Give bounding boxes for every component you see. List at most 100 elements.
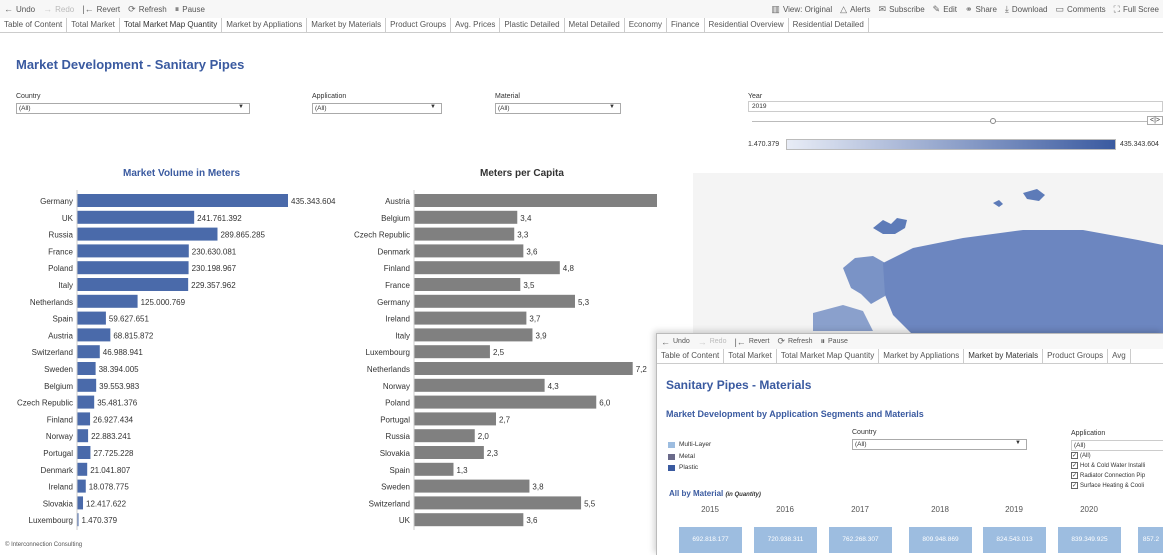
overlay-tab-product-groups[interactable]: Product Groups bbox=[1043, 349, 1109, 363]
bar[interactable] bbox=[77, 496, 84, 510]
bar[interactable] bbox=[77, 395, 95, 409]
overlay-tab-total-market-map-quantity[interactable]: Total Market Map Quantity bbox=[777, 349, 880, 363]
bar[interactable] bbox=[414, 194, 657, 207]
app-option-hot-cold[interactable]: ✓ Hot & Cold Water Installi bbox=[1071, 462, 1163, 469]
bar[interactable] bbox=[414, 395, 597, 409]
bar[interactable] bbox=[77, 412, 91, 426]
bar[interactable] bbox=[77, 261, 189, 275]
bar[interactable] bbox=[77, 479, 86, 493]
bar[interactable] bbox=[77, 227, 218, 241]
bar[interactable] bbox=[414, 210, 518, 224]
bar[interactable] bbox=[77, 278, 189, 291]
overlay-revert-button[interactable]: |← Revert bbox=[730, 337, 773, 347]
bar[interactable] bbox=[414, 513, 524, 527]
bar[interactable] bbox=[77, 378, 97, 392]
bar[interactable] bbox=[77, 294, 138, 308]
bar[interactable] bbox=[414, 462, 454, 476]
material-total-box[interactable]: 839.349.925 bbox=[1058, 527, 1121, 553]
tab-market-by-materials[interactable]: Market by Materials bbox=[307, 18, 387, 32]
bar[interactable] bbox=[414, 378, 545, 392]
bar[interactable] bbox=[414, 362, 633, 375]
material-total-box[interactable]: 720.938.311 bbox=[754, 527, 817, 553]
overlay-tab-avg[interactable]: Avg bbox=[1108, 349, 1131, 363]
bar[interactable] bbox=[77, 345, 100, 359]
revert-button[interactable]: |← Revert bbox=[78, 4, 124, 14]
bar[interactable] bbox=[77, 328, 111, 342]
tab-finance[interactable]: Finance bbox=[667, 18, 705, 32]
bar[interactable] bbox=[414, 429, 475, 443]
overlay-tab-total-market[interactable]: Total Market bbox=[724, 349, 777, 363]
undo-button[interactable]: ← Undo bbox=[0, 4, 39, 14]
tab-market-by-appliations[interactable]: Market by Appliations bbox=[222, 18, 308, 32]
bar[interactable] bbox=[414, 294, 575, 308]
overlay-redo-button[interactable]: → Redo bbox=[694, 337, 731, 347]
year-value[interactable]: 2019 bbox=[748, 101, 1163, 112]
bar[interactable] bbox=[414, 345, 490, 359]
data-label: 4,8 bbox=[563, 264, 575, 273]
tab-table-of-content[interactable]: Table of Content bbox=[0, 18, 68, 32]
application-filter[interactable]: (All) ▼ bbox=[312, 103, 442, 114]
material-total-box[interactable]: 857.2 bbox=[1138, 527, 1163, 553]
tab-total-market[interactable]: Total Market bbox=[67, 18, 120, 32]
bar[interactable] bbox=[414, 227, 515, 241]
overlay-application-filter[interactable]: (All) bbox=[1071, 440, 1163, 451]
bar[interactable] bbox=[414, 261, 560, 275]
bar[interactable] bbox=[77, 244, 189, 258]
material-total-box[interactable]: 809.948.869 bbox=[909, 527, 972, 553]
pause-button[interactable]: ⏸ Pause bbox=[171, 4, 209, 15]
tab-total-market-map-quantity[interactable]: Total Market Map Quantity bbox=[119, 18, 223, 32]
material-total-box[interactable]: 824.543.013 bbox=[983, 527, 1046, 553]
bar[interactable] bbox=[77, 462, 88, 476]
bar[interactable] bbox=[77, 446, 91, 459]
app-option-all[interactable]: ✓ (All) bbox=[1071, 452, 1163, 459]
bar[interactable] bbox=[414, 412, 497, 426]
material-filter[interactable]: (All) ▼ bbox=[495, 103, 621, 114]
overlay-undo-button[interactable]: ← Undo bbox=[657, 337, 694, 347]
bar[interactable] bbox=[414, 446, 484, 459]
bar[interactable] bbox=[414, 479, 530, 493]
redo-button[interactable]: → Redo bbox=[39, 4, 78, 14]
bar[interactable] bbox=[414, 278, 521, 291]
tab-economy[interactable]: Economy bbox=[625, 18, 668, 32]
refresh-button[interactable]: ⟳ Refresh bbox=[124, 4, 171, 15]
tab-plastic-detailed[interactable]: Plastic Detailed bbox=[500, 18, 565, 32]
comments-button[interactable]: ▭ Comments bbox=[1051, 4, 1109, 15]
bar[interactable] bbox=[414, 311, 527, 325]
fullscreen-button[interactable]: ⛶ Full Scree bbox=[1110, 4, 1163, 15]
bar[interactable] bbox=[414, 244, 524, 258]
country-filter[interactable]: (All) ▼ bbox=[16, 103, 250, 114]
bar[interactable] bbox=[77, 311, 106, 325]
tab-residential-overview[interactable]: Residential Overview bbox=[705, 18, 789, 32]
slider-handle[interactable] bbox=[990, 118, 996, 124]
slider-step-buttons[interactable]: <|> bbox=[1147, 116, 1163, 125]
bar[interactable] bbox=[77, 429, 89, 443]
bar[interactable] bbox=[77, 362, 96, 375]
material-total-box[interactable]: 762.268.307 bbox=[829, 527, 892, 553]
europe-map[interactable] bbox=[693, 173, 1163, 333]
tab-residential-detailed[interactable]: Residential Detailed bbox=[789, 18, 869, 32]
overlay-refresh-button[interactable]: ⟳ Refresh bbox=[773, 336, 816, 347]
view-button[interactable]: ▥ View: Original bbox=[767, 4, 836, 15]
overlay-country-filter[interactable]: (All) ▼ bbox=[852, 439, 1027, 450]
edit-button[interactable]: ✎ Edit bbox=[929, 4, 961, 15]
app-option-surface[interactable]: ✓ Surface Heating & Cooli bbox=[1071, 482, 1163, 489]
bar[interactable] bbox=[77, 210, 195, 224]
material-total-box[interactable]: 692.818.177 bbox=[679, 527, 742, 553]
share-button[interactable]: ⚭ Share bbox=[961, 4, 1001, 15]
bar[interactable] bbox=[414, 496, 582, 510]
alerts-button[interactable]: △ Alerts bbox=[836, 4, 874, 15]
category-label: Belgium bbox=[44, 382, 73, 391]
app-option-radiator[interactable]: ✓ Radiator Connection Pip bbox=[1071, 472, 1163, 479]
year-slider[interactable]: <|> bbox=[748, 116, 1163, 126]
overlay-tab-market-by-materials[interactable]: Market by Materials bbox=[964, 349, 1044, 363]
tab-product-groups[interactable]: Product Groups bbox=[386, 18, 452, 32]
overlay-pause-button[interactable]: ⏸ Pause bbox=[817, 336, 852, 347]
bar[interactable] bbox=[414, 328, 533, 342]
download-button[interactable]: ⤓ Download bbox=[1001, 4, 1052, 15]
bar[interactable] bbox=[77, 194, 288, 207]
overlay-tab-market-by-appliations[interactable]: Market by Appliations bbox=[879, 349, 965, 363]
tab-avg-prices[interactable]: Avg. Prices bbox=[451, 18, 501, 32]
subscribe-button[interactable]: ✉ Subscribe bbox=[875, 4, 929, 15]
tab-metal-detailed[interactable]: Metal Detailed bbox=[565, 18, 625, 32]
overlay-tab-table-of-content[interactable]: Table of Content bbox=[657, 349, 725, 363]
